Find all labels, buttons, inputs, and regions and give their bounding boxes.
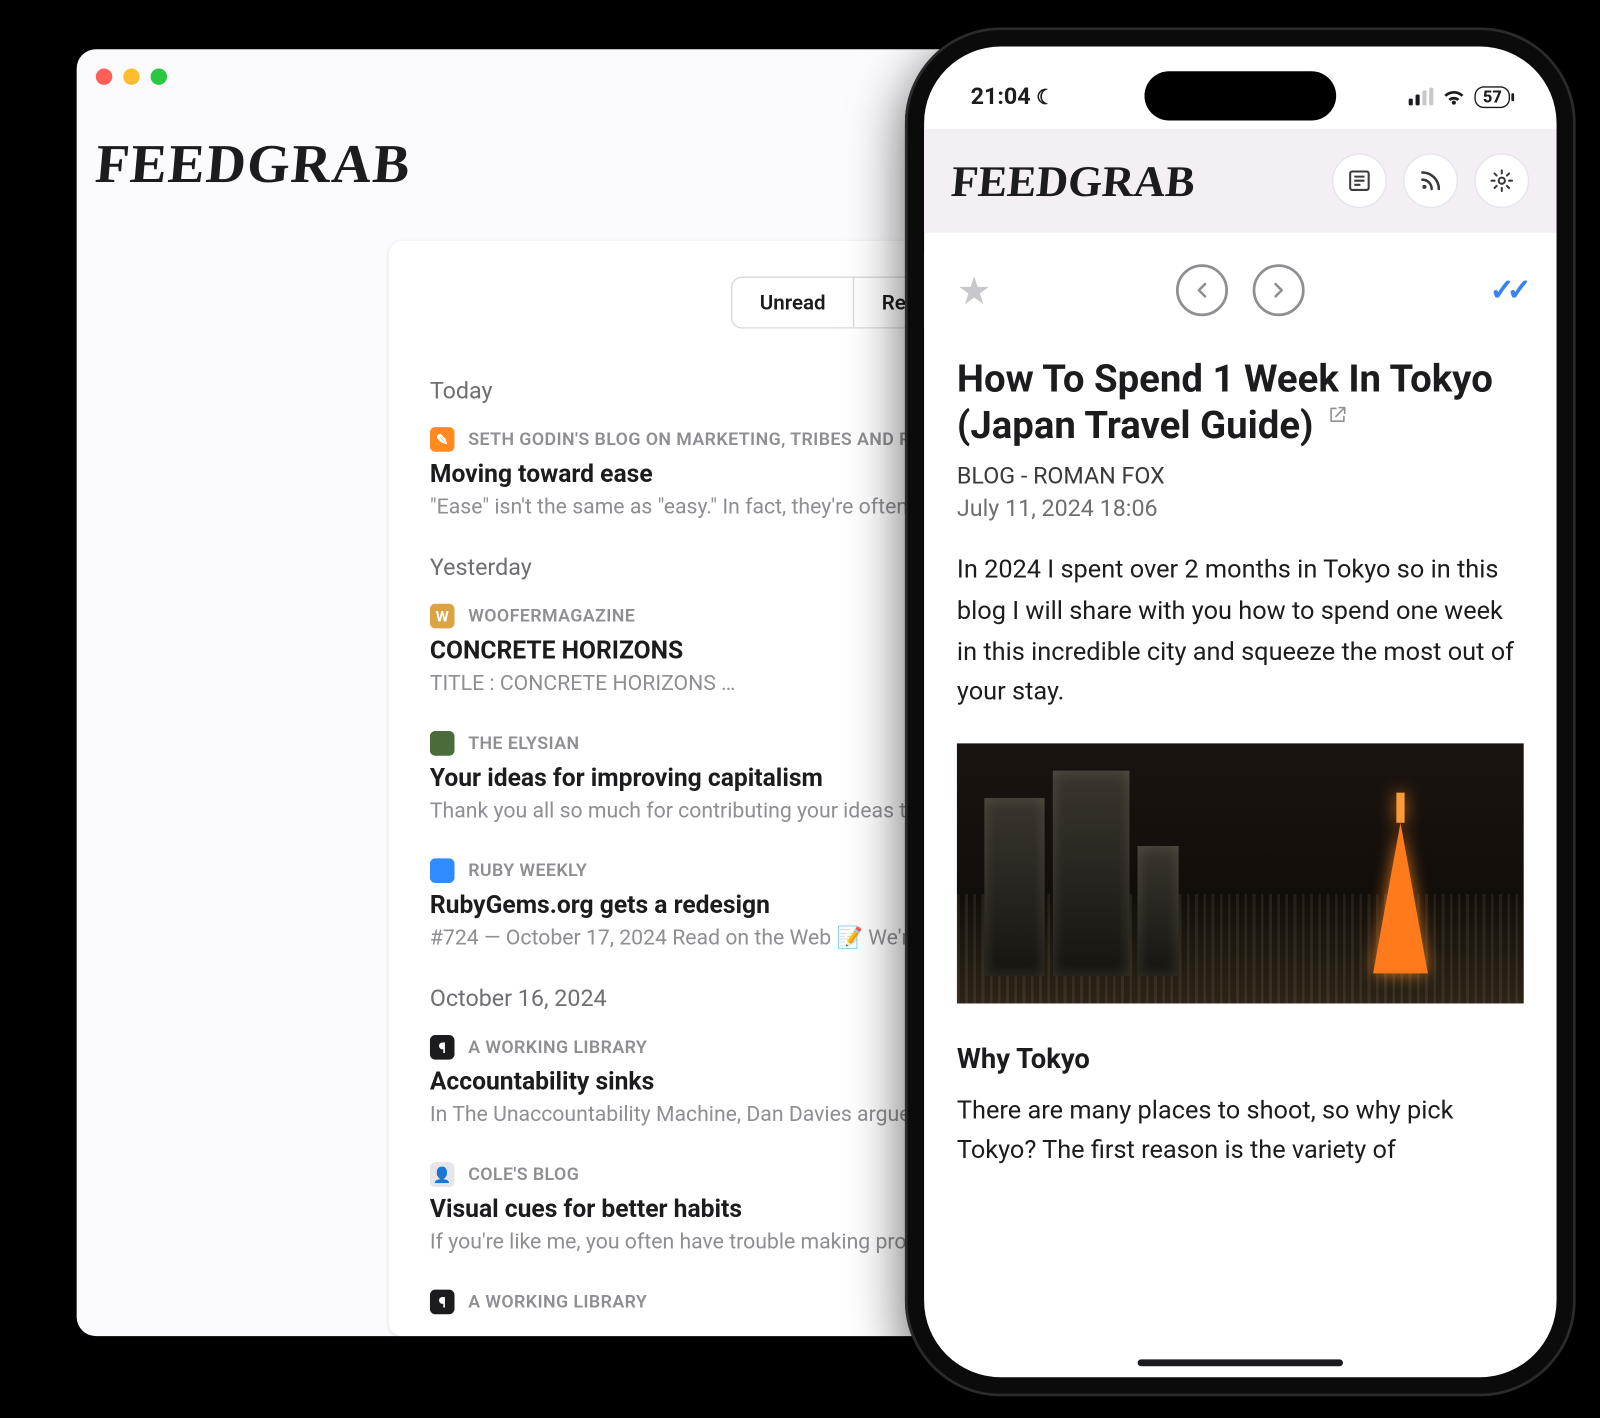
source-icon: 👤 [430,1162,455,1187]
source-name: SETH GODIN'S BLOG ON MARKETING, TRIBES A… [468,429,978,450]
battery-indicator: 57 [1475,86,1510,108]
source-name: A WORKING LIBRARY [468,1292,647,1313]
external-link-icon [1329,405,1348,424]
filter-unread-tab[interactable]: Unread [732,278,854,327]
source-name: A WORKING LIBRARY [468,1037,647,1058]
wifi-icon [1442,88,1467,107]
arrow-right-icon [1266,278,1291,303]
next-article-button[interactable] [1253,264,1305,316]
arrow-left-icon [1190,278,1215,303]
gear-icon [1489,168,1514,193]
do-not-disturb-icon: ☾ [1036,85,1054,110]
feeds-button[interactable] [1403,153,1458,208]
mark-all-read-button[interactable]: ✓✓ [1490,273,1524,307]
source-name: WOOFERMAGAZINE [468,606,635,627]
previous-article-button[interactable] [1176,264,1228,316]
article-byline: BLOG - ROMAN FOX [957,463,1524,490]
source-icon [430,731,455,756]
source-icon: W [430,604,455,629]
home-indicator[interactable] [1138,1359,1343,1366]
source-icon: ✎ [430,427,455,452]
article-toolbar: ★ ✓✓ [924,252,1556,329]
source-icon: ¶ [430,1290,455,1315]
mobile-header: FEEDGRAB [924,129,1556,233]
settings-button[interactable] [1474,153,1529,208]
source-icon: ¶ [430,1035,455,1060]
article-title: How To Spend 1 Week In Tokyo (Japan Trav… [957,356,1524,450]
article-hero-image [957,743,1524,1003]
source-icon [430,858,455,883]
article-paragraph: There are many places to shoot, so why p… [957,1091,1524,1172]
header-actions [1332,153,1529,208]
articles-button[interactable] [1332,153,1387,208]
zoom-window-button[interactable] [151,68,167,84]
article-subheading: Why Tokyo [957,1041,1524,1074]
source-name: RUBY WEEKLY [468,860,587,881]
phone-screen: 21:04 ☾ 57 FEEDGRAB [924,47,1556,1378]
newspaper-icon [1347,168,1372,193]
dynamic-island [1144,71,1336,120]
article-published: July 11, 2024 18:06 [957,496,1524,523]
app-logo-mobile: FEEDGRAB [949,155,1197,206]
favorite-button[interactable]: ★ [957,268,991,313]
article-title-text: How To Spend 1 Week In Tokyo (Japan Trav… [957,356,1493,448]
status-time: 21:04 [971,84,1031,111]
source-name: THE ELYSIAN [468,733,579,754]
close-window-button[interactable] [96,68,112,84]
minimize-window-button[interactable] [123,68,139,84]
article-body: How To Spend 1 Week In Tokyo (Japan Trav… [924,334,1556,1377]
open-external-button[interactable] [1329,405,1348,424]
cellular-signal-icon [1409,89,1434,105]
phone-device-frame: 21:04 ☾ 57 FEEDGRAB [905,27,1576,1396]
rss-icon [1418,168,1443,193]
window-controls [96,68,167,84]
app-logo: FEEDGRAB [93,131,414,195]
source-name: COLE'S BLOG [468,1164,579,1185]
article-lede: In 2024 I spent over 2 months in Tokyo s… [957,551,1524,713]
